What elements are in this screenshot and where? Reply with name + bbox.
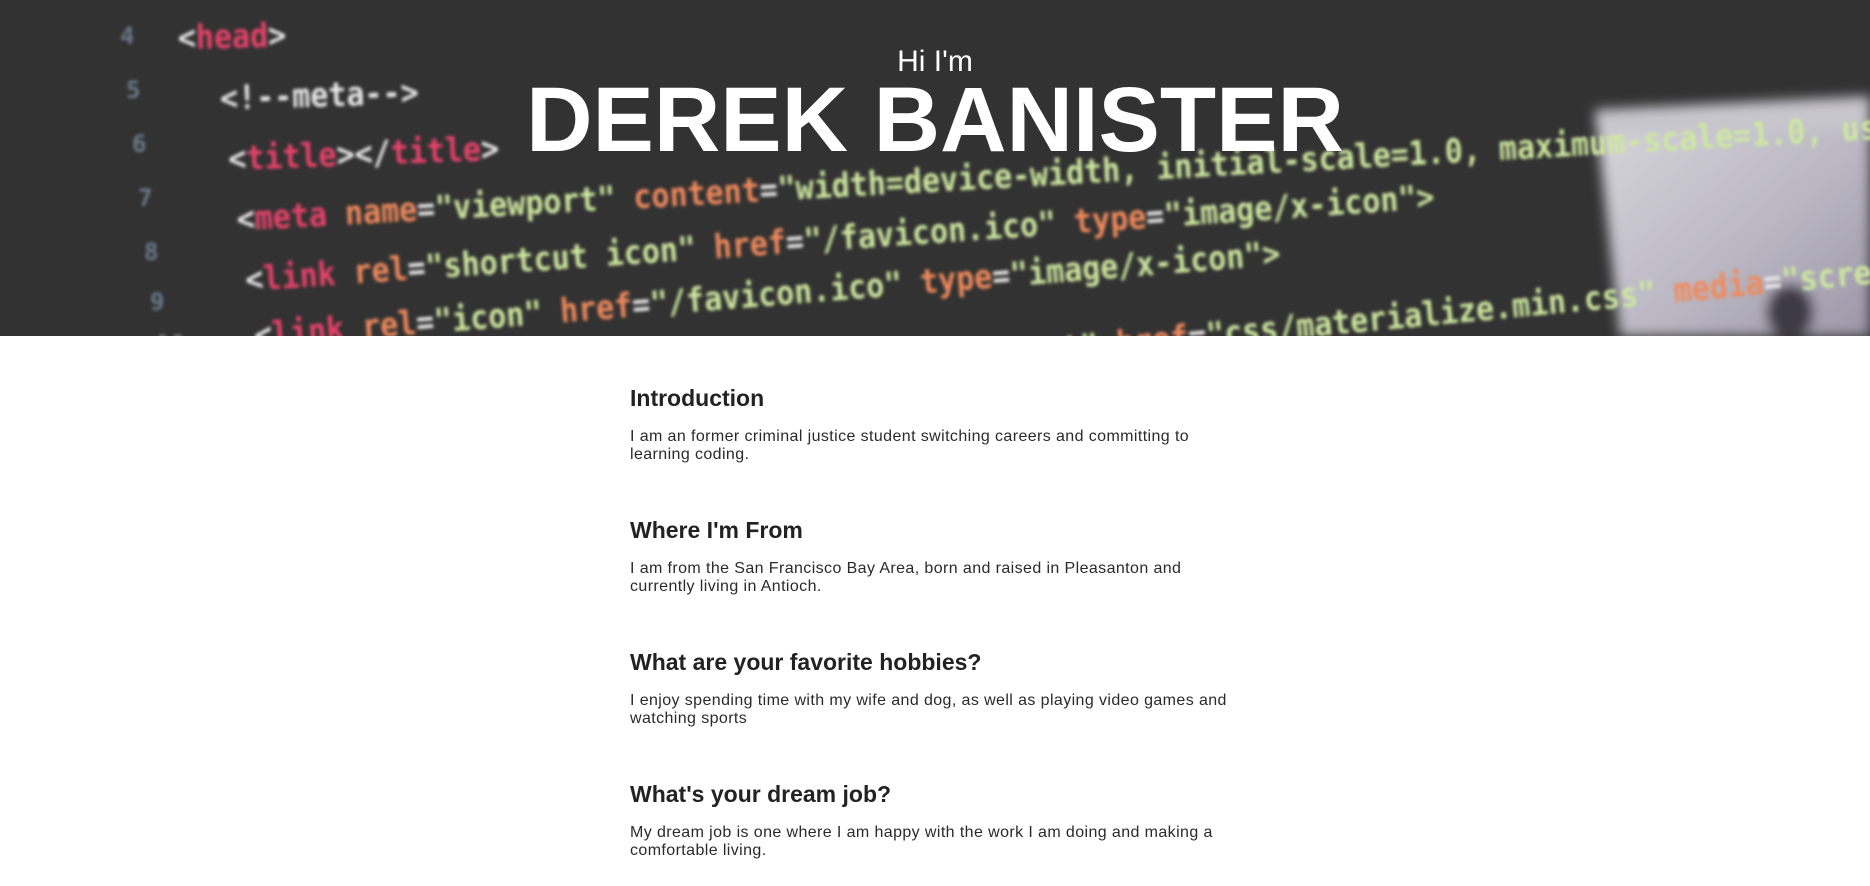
- section-heading: What are your favorite hobbies?: [630, 649, 982, 675]
- section-introduction: Introduction I am an former criminal jus…: [630, 384, 1230, 464]
- section-body: My dream job is one where I am happy wit…: [630, 824, 1213, 859]
- section-heading: Introduction: [630, 385, 765, 411]
- code-token: link: [262, 252, 355, 298]
- section-dream-job: What's your dream job? My dream job is o…: [630, 780, 1230, 860]
- code-token: name: [344, 189, 418, 233]
- section-body: I enjoy spending time with my wife and d…: [630, 692, 1227, 727]
- section-heading: Where I'm From: [630, 517, 803, 543]
- code-token: href: [558, 285, 633, 331]
- hero-banner: 4 <head> 5 <!--meta--> 6 <title></title> 7 <met…: [0, 0, 1870, 336]
- code-token: rel: [352, 248, 409, 292]
- code-line-number: 8: [144, 238, 158, 266]
- hero-name: DEREK BANISTER: [526, 69, 1344, 171]
- code-token: type: [1073, 197, 1148, 242]
- code-line-number: 10: [156, 330, 185, 336]
- code-line-number: 9: [150, 288, 164, 316]
- code-line-number: 7: [138, 184, 152, 212]
- section-body: I am an former criminal justice student …: [630, 428, 1190, 463]
- code-token: <: [236, 198, 256, 239]
- section-heading: What's your dream job?: [630, 781, 892, 807]
- code-token: media: [1672, 262, 1766, 310]
- section-body: I am from the San Francisco Bay Area, bo…: [630, 560, 1182, 595]
- code-token: meta: [254, 193, 346, 238]
- code-token: rel: [360, 303, 417, 336]
- code-token: =: [416, 188, 436, 229]
- section-hobbies: What are your favorite hobbies? I enjoy …: [630, 648, 1230, 728]
- code-token: href: [712, 222, 787, 267]
- code-token: =: [758, 169, 778, 210]
- section-where-from: Where I'm From I am from the San Francis…: [630, 516, 1230, 596]
- code-token: content: [632, 170, 760, 217]
- code-token: type: [918, 256, 993, 302]
